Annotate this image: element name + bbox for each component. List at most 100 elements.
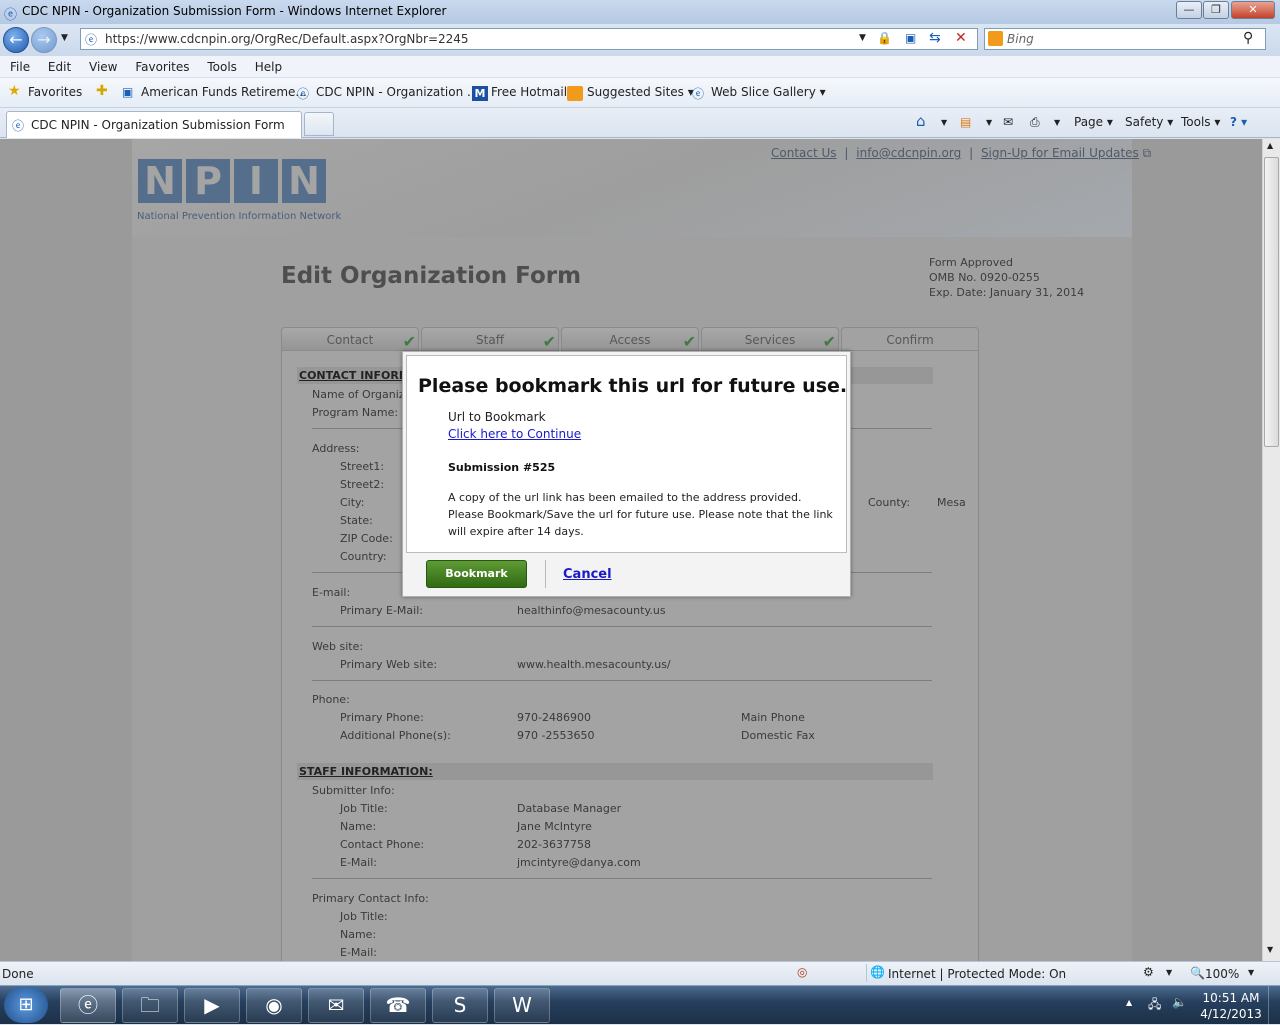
dialog-body: Please bookmark this url for future use.…: [406, 355, 847, 553]
restore-button[interactable]: ❐: [1203, 1, 1229, 19]
volume-icon[interactable]: 🔈: [1172, 995, 1187, 1009]
taskbar-outlook-icon[interactable]: ✉: [308, 988, 364, 1023]
feeds-icon[interactable]: ▤: [960, 115, 971, 129]
privacy-report-icon[interactable]: ◎: [797, 965, 807, 979]
menu-view[interactable]: View: [89, 60, 117, 74]
close-window-button[interactable]: ✕: [1231, 1, 1275, 19]
lock-icon[interactable]: 🔒: [877, 31, 892, 45]
contact-phone-label: Contact Phone:: [340, 838, 425, 851]
taskbar-word-icon[interactable]: W: [494, 988, 550, 1023]
fav-suggested-sites[interactable]: Suggested Sites ▾: [587, 85, 694, 99]
email-signup-link[interactable]: Sign-Up for Email Updates: [981, 146, 1139, 160]
scroll-down-icon[interactable]: ▼: [1267, 945, 1273, 954]
street2-label: Street2:: [340, 478, 385, 491]
submission-number: Submission #525: [448, 461, 556, 474]
address-input[interactable]: https://www.cdcnpin.org/OrgRec/Default.a…: [105, 32, 469, 46]
zoom-dropdown-icon[interactable]: ▼: [1248, 968, 1254, 977]
tab-access[interactable]: Access ✔: [561, 327, 699, 351]
tab-cdc-npin[interactable]: ⓔ CDC NPIN - Organization Submission For…: [6, 111, 302, 138]
page-title: Edit Organization Form: [281, 263, 582, 289]
clock-time: 10:51 AM: [1202, 991, 1260, 1005]
divider: [312, 626, 932, 627]
minimize-button[interactable]: —: [1176, 1, 1202, 19]
tab-contact[interactable]: Contact ✔: [281, 327, 419, 351]
taskbar-media-player-icon[interactable]: ▶: [184, 988, 240, 1023]
feeds-dropdown-icon[interactable]: ▼: [986, 118, 992, 127]
search-icon[interactable]: ⚲: [1243, 30, 1253, 46]
start-button-icon[interactable]: ⊞: [4, 987, 48, 1023]
menu-favorites[interactable]: Favorites: [135, 60, 189, 74]
fav-american-funds[interactable]: American Funds Retireme...: [141, 85, 307, 99]
dialog-message: A copy of the url link has been emailed …: [448, 491, 833, 538]
recent-pages-chevron-icon[interactable]: ▼: [61, 33, 68, 43]
email-link[interactable]: info@cdcnpin.org: [856, 146, 961, 160]
print-icon[interactable]: ⎙: [1030, 115, 1040, 130]
new-tab-button[interactable]: [304, 112, 334, 136]
menu-edit[interactable]: Edit: [48, 60, 71, 74]
taskbar-skype-icon[interactable]: S: [432, 988, 488, 1023]
address-bar[interactable]: ⓔ https://www.cdcnpin.org/OrgRec/Default…: [80, 28, 978, 50]
read-mail-icon[interactable]: ✉: [1003, 115, 1013, 129]
refresh-icon[interactable]: ⇆: [929, 30, 941, 46]
menu-help[interactable]: Help: [255, 60, 282, 74]
search-box[interactable]: Bing ⚲: [984, 28, 1266, 50]
tools-menu[interactable]: Tools ▾: [1181, 115, 1220, 129]
taskbar-ie-icon[interactable]: ⓔ: [60, 988, 116, 1023]
show-desktop-button[interactable]: [1268, 986, 1280, 1025]
back-button-icon[interactable]: ←: [3, 27, 29, 53]
taskbar: ⊞ ⓔ 🗀 ▶ ◉ ✉ ☎ S W ▲ 🖧 🔈 10:51 AM 4/12/20…: [0, 985, 1280, 1025]
program-name-label: Program Name:: [312, 406, 399, 419]
home-dropdown-icon[interactable]: ▼: [941, 118, 947, 127]
primary-contact-label: Primary Contact Info:: [312, 892, 429, 905]
fav-free-hotmail[interactable]: Free Hotmail: [491, 85, 567, 99]
additional-phone-value: 970 -2553650: [517, 729, 595, 742]
taskbar-communicator-icon[interactable]: ☎: [370, 988, 426, 1023]
home-icon[interactable]: ⌂: [916, 112, 926, 130]
tab-services[interactable]: Services ✔: [701, 327, 839, 351]
continue-link[interactable]: Click here to Continue: [448, 427, 581, 441]
compatibility-view-icon[interactable]: ▣: [905, 31, 916, 45]
scrollbar-thumb[interactable]: [1264, 157, 1279, 447]
primary-website-label: Primary Web site:: [340, 658, 438, 671]
menu-file[interactable]: File: [10, 60, 30, 74]
contact-us-link[interactable]: Contact Us: [771, 146, 837, 160]
vertical-scrollbar[interactable]: ▲ ▼: [1262, 139, 1280, 961]
zoom-level[interactable]: 100%: [1205, 967, 1239, 981]
status-bar: Done ◎ 🌐 Internet | Protected Mode: On ⚙…: [0, 961, 1280, 985]
fav-web-slice-gallery[interactable]: Web Slice Gallery ▾: [711, 85, 826, 99]
fav-cdc-npin[interactable]: CDC NPIN - Organization ...: [316, 85, 478, 99]
protected-mode-icon[interactable]: ⚙: [1143, 965, 1154, 979]
globe-icon: 🌐: [870, 965, 885, 979]
print-dropdown-icon[interactable]: ▼: [1054, 118, 1060, 127]
page-menu[interactable]: Page ▾: [1074, 115, 1113, 129]
additional-phone-type: Domestic Fax: [741, 729, 815, 742]
address-dropdown-icon[interactable]: ▼: [859, 33, 866, 43]
network-icon[interactable]: 🖧: [1148, 995, 1161, 1016]
tab-staff[interactable]: Staff ✔: [421, 327, 559, 351]
tab-confirm[interactable]: Confirm: [841, 327, 979, 351]
stop-icon[interactable]: ✕: [955, 30, 967, 46]
taskbar-explorer-icon[interactable]: 🗀: [122, 988, 178, 1023]
protected-mode-dropdown-icon[interactable]: ▼: [1166, 968, 1172, 977]
pc-job-title-label: Job Title:: [340, 910, 388, 923]
website-section-label: Web site:: [312, 640, 364, 653]
security-zone[interactable]: Internet | Protected Mode: On: [888, 967, 1066, 981]
search-input[interactable]: Bing: [1007, 32, 1034, 46]
bookmark-dialog: Please bookmark this url for future use.…: [402, 351, 851, 597]
safety-menu[interactable]: Safety ▾: [1125, 115, 1173, 129]
job-title-value: Database Manager: [517, 802, 622, 815]
show-hidden-icons[interactable]: ▲: [1126, 998, 1132, 1007]
scroll-up-icon[interactable]: ▲: [1267, 141, 1273, 150]
tab-bar: ⓔ CDC NPIN - Organization Submission For…: [0, 108, 1280, 138]
menu-tools[interactable]: Tools: [207, 60, 237, 74]
favorites-button[interactable]: Favorites: [28, 85, 82, 99]
cancel-link[interactable]: Cancel: [563, 567, 612, 582]
ie-icon: ⓔ: [4, 8, 18, 23]
taskbar-chrome-icon[interactable]: ◉: [246, 988, 302, 1023]
add-favorite-icon[interactable]: ✚: [96, 83, 108, 99]
forward-button-icon[interactable]: →: [31, 27, 57, 53]
help-menu[interactable]: ? ▾: [1230, 115, 1247, 129]
contact-phone-value: 202-3637758: [517, 838, 591, 851]
clock[interactable]: 10:51 AM 4/12/2013: [1196, 990, 1266, 1022]
bookmark-button[interactable]: Bookmark: [426, 560, 527, 588]
